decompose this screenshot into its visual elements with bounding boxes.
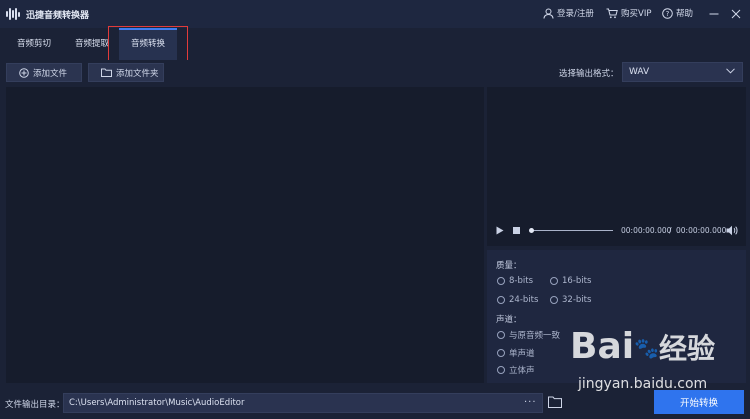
app-title: 迅捷音频转换器 — [26, 11, 90, 21]
add-folder-button[interactable]: 添加文件夹 — [88, 63, 164, 82]
radio-label: 24-bits — [509, 295, 539, 305]
app-logo-icon — [6, 7, 22, 21]
add-file-button[interactable]: 添加文件 — [6, 63, 82, 82]
help-label: 帮助 — [676, 9, 694, 19]
output-path-field[interactable]: C:\Users\Administrator\Music\AudioEditor — [63, 393, 543, 413]
radio-label: 16-bits — [562, 276, 592, 286]
folder-icon — [548, 396, 562, 408]
format-value: WAV — [629, 67, 650, 77]
radio-quality-16bits[interactable]: 16-bits — [550, 276, 591, 286]
radio-circle — [497, 349, 505, 357]
radio-circle — [550, 277, 558, 285]
radio-quality-24bits[interactable]: 24-bits — [497, 295, 538, 305]
radio-label: 立体声 — [509, 366, 535, 376]
play-icon[interactable] — [496, 226, 504, 235]
buy-vip-label: 购买VIP — [621, 9, 652, 19]
seek-handle[interactable] — [529, 228, 534, 233]
radio-circle — [497, 277, 505, 285]
title-bar: 迅捷音频转换器 登录/注册 购买VIP ? 帮助 — [0, 0, 750, 28]
close-icon — [731, 9, 741, 19]
close-button[interactable] — [728, 6, 744, 22]
radio-circle — [497, 366, 505, 374]
output-dir-label: 文件输出目录： — [5, 400, 65, 410]
radio-quality-32bits[interactable]: 32-bits — [550, 295, 591, 305]
toolbar: 添加文件 添加文件夹 选择输出格式： WAV — [0, 60, 750, 86]
help-icon: ? — [662, 7, 673, 19]
total-time: 00:00:00.000 — [676, 226, 727, 235]
radio-label: 单声道 — [509, 349, 535, 359]
tab-audio-extract[interactable]: 音频提取 — [64, 28, 120, 60]
watermark-brand: Bai — [570, 326, 635, 367]
radio-circle — [497, 296, 505, 304]
tab-audio-cut[interactable]: 音频剪切 — [6, 28, 62, 60]
watermark-brand2: 经验 — [658, 332, 715, 365]
open-folder-button[interactable] — [548, 396, 562, 411]
quality-label: 质量： — [496, 261, 522, 271]
radio-channel-stereo[interactable]: 立体声 — [497, 364, 535, 376]
channel-label: 声道： — [496, 315, 522, 325]
radio-circle — [497, 331, 505, 339]
volume-icon[interactable] — [726, 225, 738, 236]
audio-player: 00:00:00.000 / 00:00:00.000 — [495, 224, 743, 238]
current-time: 00:00:00.000 — [621, 226, 672, 235]
radio-quality-8bits[interactable]: 8-bits — [497, 276, 533, 286]
login-button[interactable]: 登录/注册 — [543, 7, 594, 19]
seek-bar[interactable] — [531, 230, 613, 231]
baidu-watermark-logo: Bai🐾经验 — [570, 326, 715, 367]
add-folder-label: 添加文件夹 — [116, 68, 159, 79]
buy-vip-button[interactable]: 购买VIP — [606, 7, 651, 19]
tab-bar: 音频剪切 音频提取 音频转换 — [0, 28, 750, 60]
svg-text:?: ? — [666, 10, 670, 18]
radio-label: 与原音频一致 — [509, 331, 561, 341]
folder-icon — [101, 68, 112, 77]
user-icon — [543, 8, 554, 19]
preview-panel — [487, 87, 746, 246]
help-button[interactable]: ? 帮助 — [662, 7, 693, 19]
tab-audio-convert[interactable]: 音频转换 — [119, 28, 177, 60]
cart-icon — [606, 8, 618, 18]
radio-channel-original[interactable]: 与原音频一致 — [497, 329, 560, 341]
radio-label: 32-bits — [562, 295, 592, 305]
add-file-label: 添加文件 — [33, 68, 68, 79]
radio-label: 8-bits — [509, 276, 533, 286]
chevron-down-icon — [726, 68, 735, 74]
plus-circle-icon — [19, 67, 29, 78]
minimize-icon — [709, 13, 719, 15]
login-label: 登录/注册 — [557, 9, 594, 19]
format-select[interactable]: WAV — [622, 62, 743, 82]
stop-icon[interactable] — [513, 227, 520, 234]
watermark-url: jingyan.baidu.com — [578, 376, 708, 392]
radio-channel-mono[interactable]: 单声道 — [497, 347, 535, 359]
minimize-button[interactable] — [706, 6, 722, 22]
more-options-button[interactable]: ··· — [524, 397, 537, 408]
start-convert-button[interactable]: 开始转换 — [654, 390, 744, 414]
time-separator: / — [669, 226, 672, 235]
radio-circle — [550, 296, 558, 304]
file-list-panel[interactable] — [6, 87, 484, 383]
format-label: 选择输出格式： — [559, 69, 619, 79]
